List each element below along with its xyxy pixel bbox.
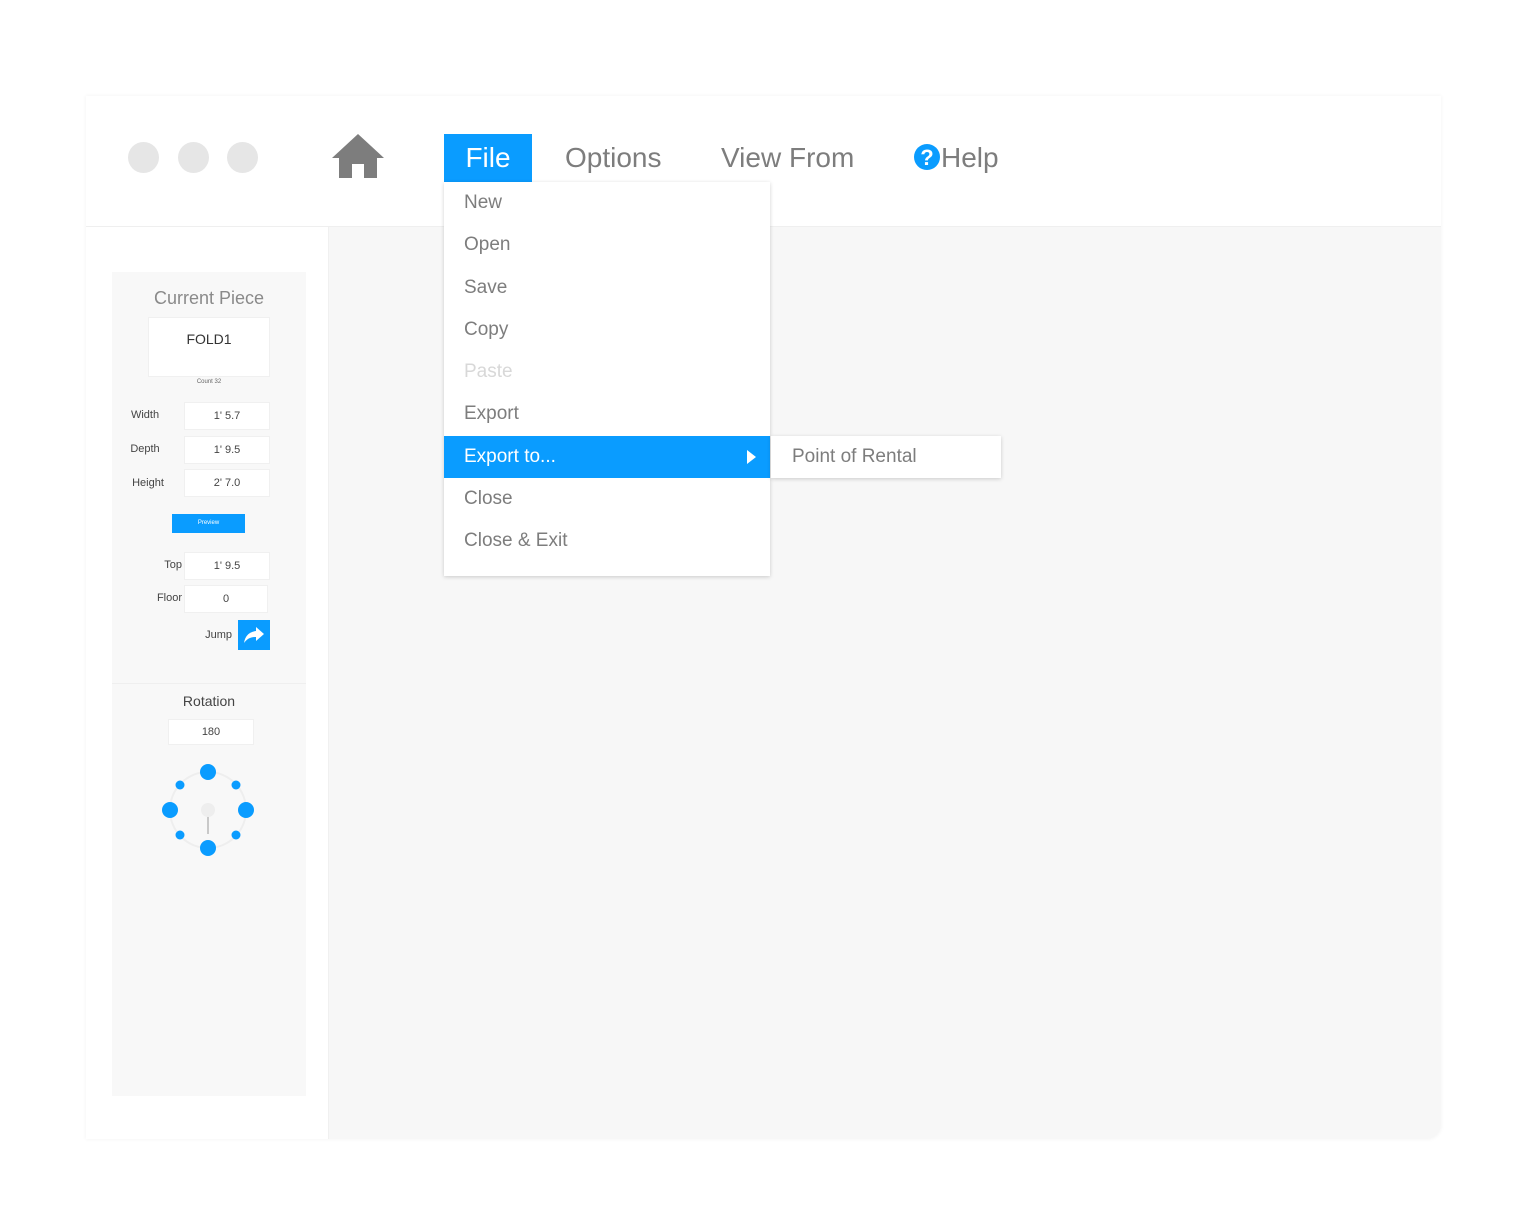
menu-item-close-exit[interactable]: Close & Exit — [444, 520, 770, 562]
preview-button[interactable]: Preview — [172, 514, 245, 533]
menu-item-save[interactable]: Save — [444, 267, 770, 309]
dial-handle-0[interactable] — [200, 764, 216, 780]
window-maximize-control[interactable] — [227, 142, 258, 173]
dial-center — [201, 803, 215, 817]
menu-item-copy[interactable]: Copy — [444, 309, 770, 351]
top-label: Top — [164, 559, 182, 571]
current-piece-panel: Current Piece FOLD1 Count 32 Width 1' 5.… — [112, 272, 306, 1096]
height-input[interactable]: 2' 7.0 — [184, 469, 270, 497]
menu-item-label: Save — [464, 277, 508, 298]
menu-item-export[interactable]: Export — [444, 393, 770, 435]
piece-count: Count 32 — [196, 379, 222, 385]
view-from-menu-label: View From — [721, 142, 855, 173]
window-minimize-control[interactable] — [178, 142, 209, 173]
top-input[interactable]: 1' 9.5 — [184, 552, 270, 580]
menu-item-label: New — [464, 192, 503, 213]
menu-item-label: Export — [464, 403, 519, 424]
submenu-item-label: Point of Rental — [792, 446, 917, 467]
dial-handle-270[interactable] — [162, 802, 178, 818]
floor-label: Floor — [156, 592, 182, 604]
file-menu-label: File — [465, 142, 511, 173]
dial-handle-225[interactable] — [175, 830, 185, 840]
export-to-submenu: Point of Rental — [771, 436, 1001, 478]
rotation-input[interactable]: 180 — [168, 719, 254, 745]
share-arrow-icon — [244, 627, 264, 643]
options-menu-label: Options — [565, 142, 662, 173]
submenu-arrow-icon — [747, 450, 756, 464]
rotation-dial[interactable] — [158, 760, 258, 860]
options-menu[interactable]: Options — [545, 134, 682, 182]
window-close-control[interactable] — [128, 142, 159, 173]
file-dropdown-menu: New Open Save Copy Paste Export Export t… — [444, 182, 770, 576]
dial-handle-135[interactable] — [231, 830, 241, 840]
piece-name-box: FOLD1 — [148, 317, 270, 377]
file-menu[interactable]: File — [444, 134, 532, 182]
help-menu-label: Help — [941, 142, 999, 173]
menu-item-open[interactable]: Open — [444, 224, 770, 266]
width-label: Width — [130, 409, 160, 421]
rotation-title: Rotation — [182, 693, 236, 709]
help-menu[interactable]: ? Help — [894, 134, 1019, 182]
dial-handle-90[interactable] — [238, 802, 254, 818]
jump-button[interactable] — [238, 620, 270, 650]
home-icon[interactable] — [330, 132, 386, 182]
jump-label: Jump — [205, 629, 232, 641]
depth-label: Depth — [130, 443, 160, 455]
menu-item-close[interactable]: Close — [444, 478, 770, 520]
menu-item-label: Close — [464, 488, 513, 509]
floor-input[interactable]: 0 — [184, 585, 268, 613]
dial-handle-315[interactable] — [175, 780, 185, 790]
panel-divider — [112, 683, 306, 684]
view-from-menu[interactable]: View From — [701, 134, 874, 182]
menu-item-label: Copy — [464, 319, 509, 340]
menu-item-label: Export to... — [464, 446, 556, 467]
menu-item-label: Close & Exit — [464, 530, 568, 551]
menu-item-label: Open — [464, 234, 511, 255]
menu-item-paste: Paste — [444, 351, 770, 393]
panel-title: Current Piece — [153, 288, 265, 308]
dial-handle-180[interactable] — [200, 840, 216, 856]
menu-item-new[interactable]: New — [444, 182, 770, 224]
menu-item-export-to[interactable]: Export to... — [444, 436, 770, 478]
help-icon: ? — [914, 144, 940, 170]
piece-name: FOLD1 — [186, 331, 232, 347]
submenu-item-point-of-rental[interactable]: Point of Rental — [771, 436, 1001, 478]
height-label: Height — [132, 477, 164, 489]
width-input[interactable]: 1' 5.7 — [184, 402, 270, 430]
dial-handle-45[interactable] — [231, 780, 241, 790]
menu-item-label: Paste — [464, 361, 513, 382]
depth-input[interactable]: 1' 9.5 — [184, 436, 270, 464]
